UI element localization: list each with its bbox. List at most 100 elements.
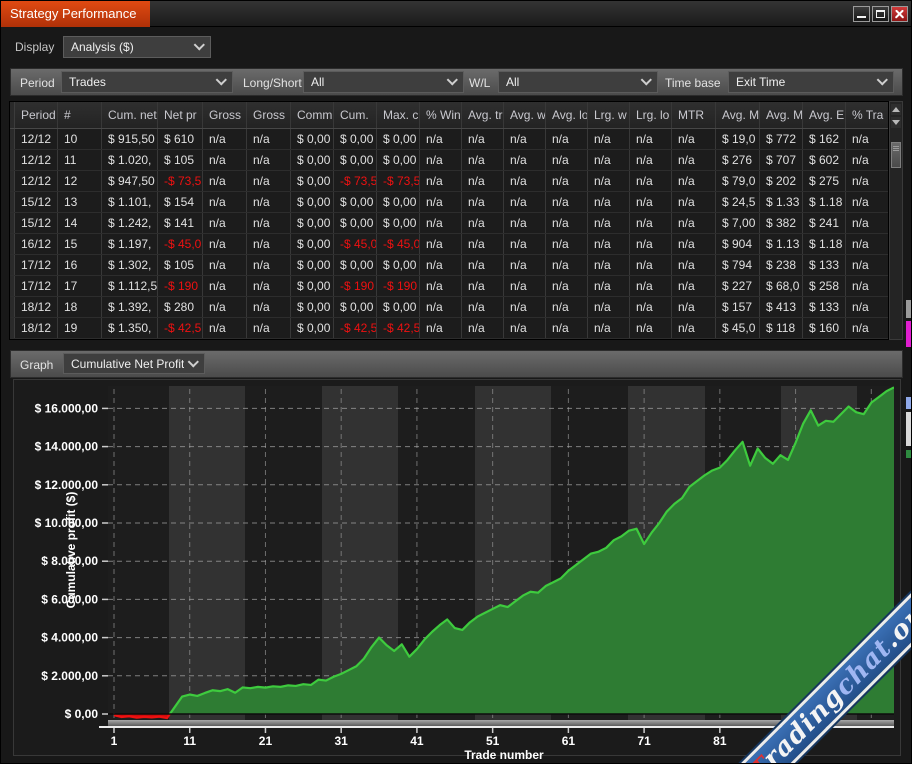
table-cell: n/a: [420, 297, 462, 317]
table-cell: $ 0,00: [334, 192, 377, 212]
table-cell: n/a: [420, 213, 462, 233]
table-cell: n/a: [546, 150, 588, 170]
table-row[interactable]: 15/1213$ 1.101,$ 154n/an/a$ 0,00$ 0,00$ …: [10, 192, 888, 213]
column-header[interactable]: Lrg. w: [588, 102, 630, 128]
table-cell: n/a: [588, 276, 630, 296]
svg-text:$ 14.000,00: $ 14.000,00: [35, 440, 99, 454]
table-cell: $ 947,50: [102, 171, 158, 191]
column-header[interactable]: Lrg. lo: [630, 102, 672, 128]
wl-dropdown[interactable]: All: [498, 71, 658, 93]
column-header[interactable]: Avg. w: [504, 102, 546, 128]
table-cell: n/a: [420, 318, 462, 338]
table-cell: $ 202: [760, 171, 803, 191]
table-row[interactable]: 18/1219$ 1.350,-$ 42,5n/an/a$ 0,00-$ 42,…: [10, 318, 888, 339]
table-cell: n/a: [203, 276, 247, 296]
display-dropdown[interactable]: Analysis ($): [63, 36, 211, 58]
svg-text:51: 51: [486, 734, 500, 748]
table-row[interactable]: 15/1214$ 1.242,$ 141n/an/a$ 0,00$ 0,00$ …: [10, 213, 888, 234]
scrollbar-thumb[interactable]: [891, 142, 901, 168]
column-header[interactable]: Net pr: [158, 102, 203, 128]
chevron-down-icon: [447, 74, 458, 85]
column-header[interactable]: % Tra: [846, 102, 890, 128]
table-cell: 18/12: [15, 297, 58, 317]
column-header[interactable]: Period: [15, 102, 58, 128]
table-cell: n/a: [546, 234, 588, 254]
table-row[interactable]: 12/1210$ 915,50$ 610n/an/a$ 0,00$ 0,00$ …: [10, 129, 888, 150]
table-row[interactable]: 16/1215$ 1.197,-$ 45,0n/an/a$ 0,00-$ 45,…: [10, 234, 888, 255]
table-cell: n/a: [462, 192, 504, 212]
table-cell: n/a: [420, 150, 462, 170]
column-header[interactable]: % Win: [420, 102, 462, 128]
column-header[interactable]: Gross: [203, 102, 247, 128]
maximize-button[interactable]: [872, 6, 889, 22]
table-cell: $ 707: [760, 150, 803, 170]
table-cell: 19: [58, 318, 102, 338]
table-cell: $ 1.18: [803, 192, 846, 212]
graph-type-dropdown[interactable]: Cumulative Net Profit: [63, 353, 205, 374]
table-cell: n/a: [462, 297, 504, 317]
table-cell: n/a: [247, 297, 291, 317]
table-cell: -$ 42,5: [377, 318, 420, 338]
svg-text:$ 2.000,00: $ 2.000,00: [41, 669, 98, 683]
column-header[interactable]: Gross: [247, 102, 291, 128]
table-cell: $ 0,00: [291, 171, 334, 191]
table-cell: n/a: [247, 255, 291, 275]
minimize-icon: [857, 16, 866, 18]
table-cell: n/a: [630, 276, 672, 296]
table-row[interactable]: 18/1218$ 1.392,$ 280n/an/a$ 0,00$ 0,00$ …: [10, 297, 888, 318]
column-header[interactable]: Avg. tr: [462, 102, 504, 128]
column-header[interactable]: Avg. M: [716, 102, 760, 128]
table-cell: n/a: [588, 171, 630, 191]
table-cell: -$ 42,5: [158, 318, 203, 338]
wl-label: W/L: [469, 76, 490, 90]
table-cell: n/a: [462, 234, 504, 254]
table-cell: 18: [58, 297, 102, 317]
table-row[interactable]: 17/1217$ 1.112,5-$ 190n/an/a$ 0,00-$ 190…: [10, 276, 888, 297]
clipped-watermark-artifact: [906, 450, 912, 458]
timebase-dropdown[interactable]: Exit Time: [728, 71, 894, 93]
table-scrollbar[interactable]: [889, 101, 903, 340]
table-cell: $ 0,00: [291, 129, 334, 149]
table-cell: -$ 190: [158, 276, 203, 296]
table-row[interactable]: 17/1216$ 1.302,$ 105n/an/a$ 0,00$ 0,00$ …: [10, 255, 888, 276]
column-header[interactable]: Cum. net: [102, 102, 158, 128]
table-cell: 12: [58, 171, 102, 191]
table-cell: $ 794: [716, 255, 760, 275]
svg-text:31: 31: [335, 734, 349, 748]
close-button[interactable]: [891, 6, 908, 22]
column-header[interactable]: Comm: [291, 102, 334, 128]
table-row[interactable]: 12/1212$ 947,50-$ 73,5n/an/a$ 0,00-$ 73,…: [10, 171, 888, 192]
column-header[interactable]: #: [58, 102, 102, 128]
column-header[interactable]: Avg. M: [760, 102, 803, 128]
table-cell: $ 1.242,: [102, 213, 158, 233]
column-header[interactable]: Avg. E: [803, 102, 846, 128]
table-cell: n/a: [504, 234, 546, 254]
table-cell: n/a: [672, 276, 716, 296]
scroll-up-button[interactable]: [891, 104, 901, 115]
table-cell: n/a: [462, 318, 504, 338]
title-bar[interactable]: Strategy Performance: [1, 1, 912, 27]
table-cell: n/a: [203, 129, 247, 149]
table-cell: 12/12: [15, 129, 58, 149]
column-header[interactable]: Avg. lo: [546, 102, 588, 128]
table-cell: n/a: [588, 255, 630, 275]
table-cell: n/a: [546, 255, 588, 275]
window-title: Strategy Performance: [1, 1, 150, 27]
scroll-down-button[interactable]: [891, 117, 901, 128]
table-cell: n/a: [630, 150, 672, 170]
table-cell: 15/12: [15, 192, 58, 212]
column-header[interactable]: Max. c: [377, 102, 420, 128]
table-cell: n/a: [203, 150, 247, 170]
period-dropdown[interactable]: Trades: [61, 71, 233, 93]
column-header[interactable]: MTR: [672, 102, 716, 128]
table-row[interactable]: 12/1211$ 1.020,$ 105n/an/a$ 0,00$ 0,00$ …: [10, 150, 888, 171]
table-cell: n/a: [420, 171, 462, 191]
column-header[interactable]: Cum.: [334, 102, 377, 128]
table-cell: n/a: [672, 297, 716, 317]
table-cell: $ 280: [158, 297, 203, 317]
graph-label: Graph: [20, 358, 53, 372]
minimize-button[interactable]: [853, 6, 870, 22]
table-cell: $ 0,00: [291, 297, 334, 317]
longshort-dropdown[interactable]: All: [303, 71, 464, 93]
table-cell: n/a: [462, 129, 504, 149]
